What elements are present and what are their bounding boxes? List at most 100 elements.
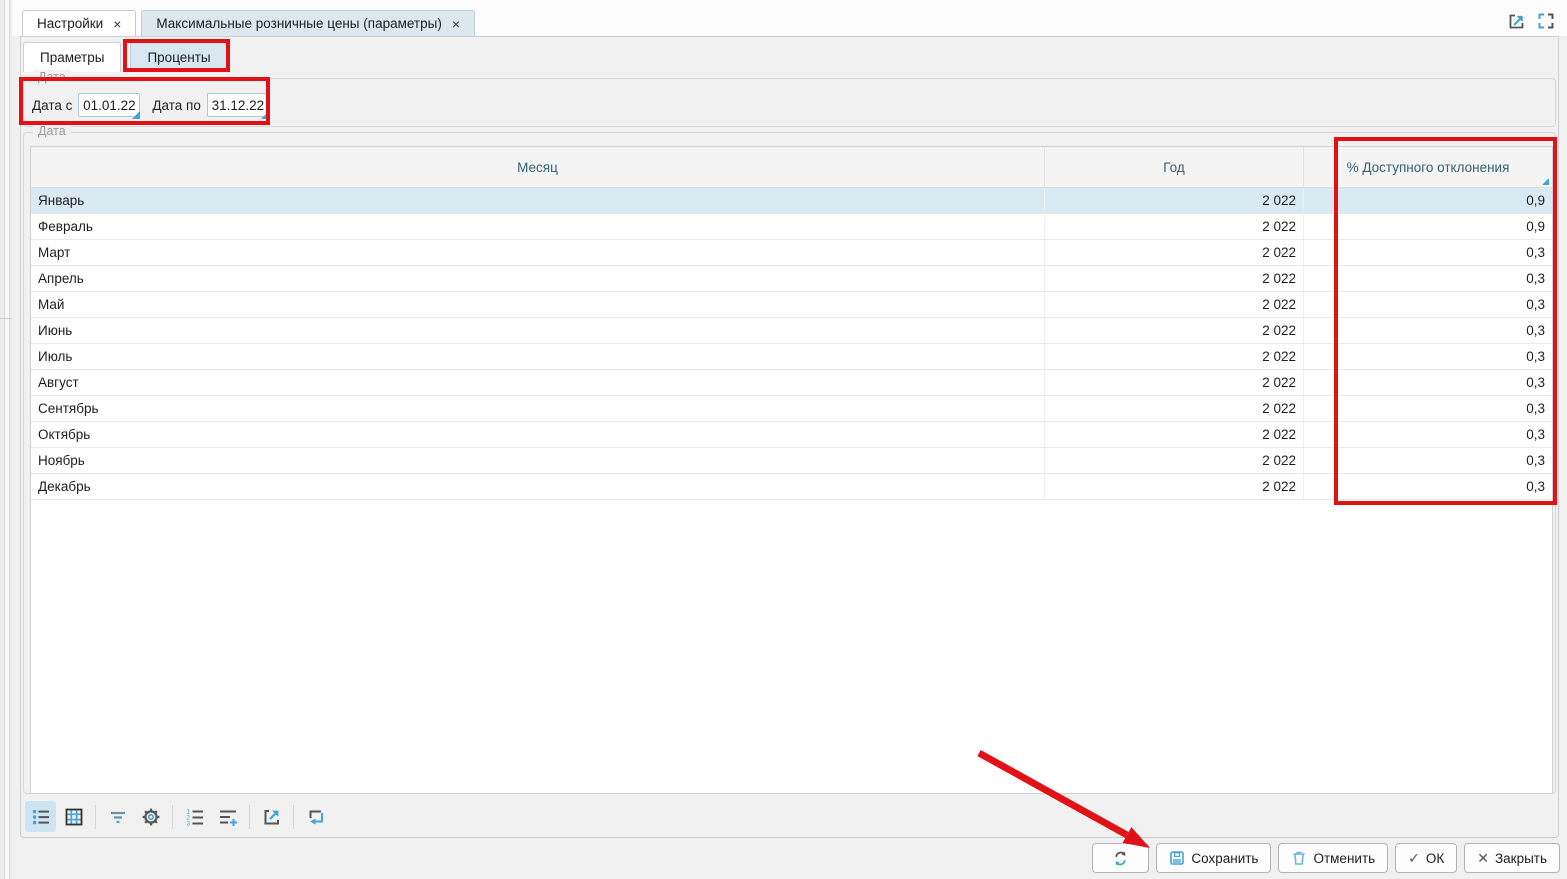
column-header-month[interactable]: Месяц xyxy=(31,147,1045,187)
cell-year: 2 022 xyxy=(1045,266,1304,291)
sort-indicator-icon xyxy=(1542,178,1549,185)
toolbar-separator xyxy=(172,805,173,829)
add-row-button[interactable] xyxy=(212,801,243,832)
fullscreen-button[interactable] xyxy=(1535,10,1557,32)
table-row[interactable]: Январь 2 022 0,9 xyxy=(31,188,1552,214)
filter-icon xyxy=(107,806,129,828)
numbered-list-button[interactable]: 1 2 3 xyxy=(179,801,210,832)
toolbar-separator xyxy=(293,805,294,829)
table-row[interactable]: Февраль 2 022 0,9 xyxy=(31,214,1552,240)
table-row[interactable]: Октябрь 2 022 0,3 xyxy=(31,422,1552,448)
subtab-percents-label: Проценты xyxy=(147,50,210,65)
table-header-row: Месяц Год % Доступного отклонения xyxy=(31,147,1552,188)
tab-settings-label: Настройки xyxy=(37,16,103,31)
tab-close-icon[interactable]: × xyxy=(113,17,121,31)
cell-pct: 0,9 xyxy=(1304,214,1552,239)
table-row[interactable]: Июнь 2 022 0,3 xyxy=(31,318,1552,344)
subtab-percents[interactable]: Проценты xyxy=(130,42,227,72)
cell-year: 2 022 xyxy=(1045,422,1304,447)
cell-year: 2 022 xyxy=(1045,396,1304,421)
column-header-year[interactable]: Год xyxy=(1045,147,1304,187)
date-to-input[interactable] xyxy=(207,93,269,117)
export-button[interactable] xyxy=(256,801,287,832)
save-button-label: Сохранить xyxy=(1191,851,1258,866)
list-view-button[interactable] xyxy=(25,801,56,832)
cell-year: 2 022 xyxy=(1045,214,1304,239)
table-row[interactable]: Апрель 2 022 0,3 xyxy=(31,266,1552,292)
grid-view-button[interactable] xyxy=(58,801,89,832)
app-window: Настройки × Максимальные розничные цены … xyxy=(12,0,1567,879)
cell-month: Сентябрь xyxy=(31,396,1045,421)
numbered-list-icon: 1 2 3 xyxy=(184,806,206,828)
cell-pct: 0,3 xyxy=(1304,292,1552,317)
list-view-icon xyxy=(30,806,52,828)
fullscreen-icon xyxy=(1535,10,1557,32)
cancel-button-label: Отменить xyxy=(1313,851,1375,866)
cell-month: Июнь xyxy=(31,318,1045,343)
cell-month: Октябрь xyxy=(31,422,1045,447)
cancel-button[interactable]: Отменить xyxy=(1278,843,1388,873)
table-row[interactable]: Май 2 022 0,3 xyxy=(31,292,1552,318)
filter-button[interactable] xyxy=(102,801,133,832)
date-from-field-wrap xyxy=(78,93,140,117)
open-in-window-button[interactable] xyxy=(1505,10,1527,32)
trash-icon xyxy=(1291,850,1307,866)
date-groupbox: Дата Дата с Дата по xyxy=(23,78,1556,127)
subtabbar: Праметры Проценты xyxy=(23,42,228,72)
save-icon xyxy=(1169,850,1185,866)
table-empty-area xyxy=(31,500,1552,793)
cell-month: Май xyxy=(31,292,1045,317)
toolbar-separator xyxy=(249,805,250,829)
cell-month: Апрель xyxy=(31,266,1045,291)
tab-close-icon[interactable]: × xyxy=(452,17,460,31)
ok-button[interactable]: ✓ ОК xyxy=(1395,843,1457,873)
cell-year: 2 022 xyxy=(1045,240,1304,265)
column-header-pct[interactable]: % Доступного отклонения xyxy=(1304,147,1552,187)
settings-button[interactable] xyxy=(135,801,166,832)
svg-text:3: 3 xyxy=(186,820,190,827)
reload-data-button[interactable] xyxy=(300,801,331,832)
cell-pct: 0,3 xyxy=(1304,396,1552,421)
date-from-label: Дата с xyxy=(32,98,72,113)
subtab-parameters[interactable]: Праметры xyxy=(23,42,121,72)
cell-year: 2 022 xyxy=(1045,292,1304,317)
left-splitter[interactable] xyxy=(4,0,10,879)
refresh-button[interactable] xyxy=(1092,843,1149,873)
table-row[interactable]: Март 2 022 0,3 xyxy=(31,240,1552,266)
footer-buttons: Сохранить Отменить ✓ ОК ✕ Закрыть xyxy=(1092,843,1560,873)
left-dock-gutter xyxy=(0,0,12,879)
save-button[interactable]: Сохранить xyxy=(1156,843,1271,873)
tab-settings[interactable]: Настройки × xyxy=(22,10,136,36)
tab-max-retail-prices-label: Максимальные розничные цены (параметры) xyxy=(156,16,441,31)
table-row[interactable]: Август 2 022 0,3 xyxy=(31,370,1552,396)
column-header-pct-label: % Доступного отклонения xyxy=(1347,160,1510,175)
grid-toolbar: 1 2 3 xyxy=(25,800,331,833)
check-icon: ✓ xyxy=(1408,850,1420,867)
cell-month: Август xyxy=(31,370,1045,395)
table-row[interactable]: Ноябрь 2 022 0,3 xyxy=(31,448,1552,474)
cell-year: 2 022 xyxy=(1045,318,1304,343)
export-icon xyxy=(261,806,283,828)
tab-content-panel: Праметры Проценты Дата Дата с Дата по Д xyxy=(20,36,1559,838)
cell-year: 2 022 xyxy=(1045,448,1304,473)
close-button[interactable]: ✕ Закрыть xyxy=(1464,843,1560,873)
cell-month: Март xyxy=(31,240,1045,265)
refresh-icon xyxy=(1112,850,1129,867)
table-row[interactable]: Сентябрь 2 022 0,3 xyxy=(31,396,1552,422)
table-groupbox: Дата Месяц Год % Доступного отклонения Я… xyxy=(23,132,1556,794)
cell-pct: 0,3 xyxy=(1304,318,1552,343)
cell-pct: 0,3 xyxy=(1304,344,1552,369)
toolbar-separator xyxy=(95,805,96,829)
open-in-window-icon xyxy=(1505,10,1527,32)
cell-pct: 0,3 xyxy=(1304,474,1552,499)
tab-max-retail-prices[interactable]: Максимальные розничные цены (параметры) … xyxy=(141,10,475,36)
add-row-icon xyxy=(217,806,239,828)
table-row[interactable]: Июль 2 022 0,3 xyxy=(31,344,1552,370)
cell-month: Январь xyxy=(31,188,1045,213)
cell-pct: 0,3 xyxy=(1304,266,1552,291)
table-row[interactable]: Декабрь 2 022 0,3 xyxy=(31,474,1552,500)
cell-year: 2 022 xyxy=(1045,474,1304,499)
date-from-input[interactable] xyxy=(78,93,140,117)
cell-pct: 0,3 xyxy=(1304,370,1552,395)
cell-pct: 0,3 xyxy=(1304,422,1552,447)
